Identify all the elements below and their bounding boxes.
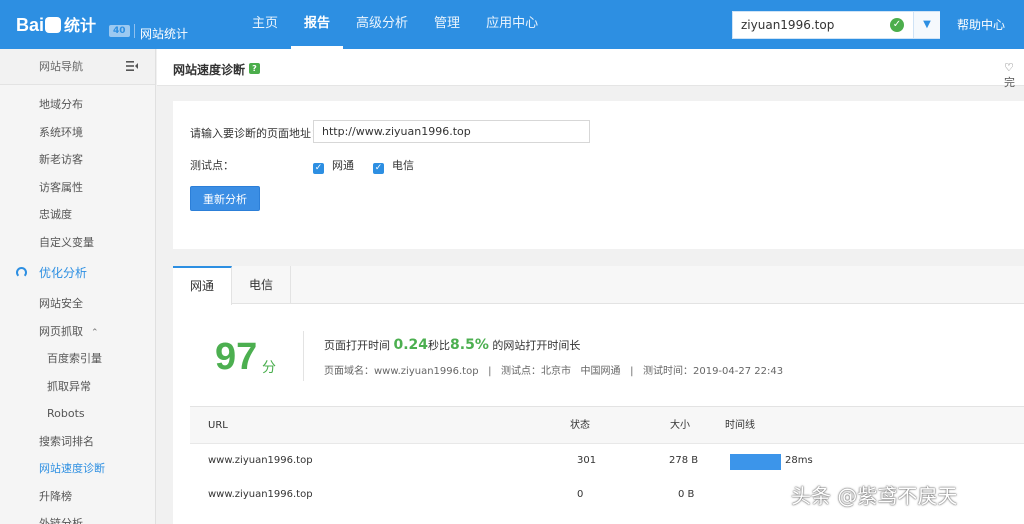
top-navbar: Bai 统计 40 网站统计 主页 报告 高级分析 管理 应用中心 ziyuan1… bbox=[0, 0, 1024, 49]
row-size: 0 B bbox=[678, 489, 695, 500]
sidebar-item-region[interactable]: 地域分布 bbox=[0, 91, 155, 119]
logo-text-cn: 统计 bbox=[64, 18, 97, 35]
reanalyze-button[interactable]: 重新分析 bbox=[190, 186, 260, 211]
sidebar-item-robots[interactable]: Robots bbox=[0, 400, 155, 428]
checkbox-checked-icon: ✓ bbox=[313, 163, 324, 174]
help-icon[interactable]: ? bbox=[249, 63, 260, 74]
baidu-tongji-logo[interactable]: Bai 统计 bbox=[16, 12, 96, 36]
sidebar-item-system-env[interactable]: 系统环境 bbox=[0, 119, 155, 147]
sidebar-item-speed-diagnosis[interactable]: 网站速度诊断 bbox=[0, 455, 155, 483]
checkbox-dianxin[interactable]: ✓ 电信 bbox=[373, 157, 414, 174]
sidebar-item-new-returning[interactable]: 新老访客 bbox=[0, 146, 155, 174]
percent-value: 8.5% bbox=[450, 337, 489, 353]
chevron-down-icon[interactable]: ▼ bbox=[913, 12, 940, 38]
check-circle-icon: ✓ bbox=[890, 18, 904, 32]
col-timeline: 时间线 bbox=[725, 420, 755, 431]
summary-line: 页面打开时间 0.24秒比8.5% 的网站打开时间长 bbox=[324, 337, 580, 353]
url-label: 请输入要诊断的页面地址： bbox=[190, 127, 322, 140]
row-size: 278 B bbox=[669, 455, 699, 466]
tab-wangtong[interactable]: 网通 bbox=[173, 266, 232, 305]
row-url: www.ziyuan1996.top bbox=[208, 489, 313, 500]
url-input[interactable] bbox=[313, 120, 590, 143]
summary-prefix: 页面打开时间 bbox=[324, 339, 390, 352]
summary-suffix: 的网站打开时间长 bbox=[492, 339, 581, 352]
help-center-link[interactable]: 帮助中心 bbox=[957, 16, 1005, 33]
row-url: www.ziyuan1996.top bbox=[208, 455, 313, 466]
sidebar-item-crawl[interactable]: 网页抓取 ⌃ bbox=[0, 318, 155, 346]
logo-text: Bai bbox=[16, 15, 45, 35]
row-status: 301 bbox=[577, 455, 597, 466]
main-nav: 主页 报告 高级分析 管理 应用中心 bbox=[239, 0, 551, 49]
test-details: 页面域名：www.ziyuan1996.top | 测试点：北京市 中国网通 |… bbox=[324, 366, 784, 377]
version-badge: 40 bbox=[109, 25, 130, 37]
open-time-value: 0.24 bbox=[393, 337, 429, 353]
diagnosis-form: 请输入要诊断的页面地址： 测试点： ✓ 网通 ✓ 电信 重新分析 bbox=[173, 101, 1024, 249]
nav-advanced-analysis[interactable]: 高级分析 bbox=[343, 0, 421, 49]
checkbox-wangtong-label: 网通 bbox=[332, 159, 354, 172]
nav-home[interactable]: 主页 bbox=[239, 0, 291, 49]
checkbox-dianxin-label: 电信 bbox=[392, 159, 414, 172]
paw-icon bbox=[45, 17, 62, 33]
sidebar-item-custom-vars[interactable]: 自定义变量 bbox=[0, 229, 155, 257]
collapse-menu-icon[interactable] bbox=[126, 60, 138, 72]
col-url: URL bbox=[208, 420, 228, 431]
timeline-bar bbox=[730, 454, 781, 470]
logo-subtitle: 网站统计 bbox=[140, 27, 189, 41]
sidebar-header-label: 网站导航 bbox=[39, 60, 83, 73]
sidebar-item-backlinks[interactable]: 外链分析 bbox=[0, 510, 155, 524]
sidebar-group-optimize[interactable]: 优化分析 bbox=[0, 256, 155, 290]
sidebar-item-site-security[interactable]: 网站安全 bbox=[0, 290, 155, 318]
sidebar-item-rise-fall[interactable]: 升降榜 bbox=[0, 483, 155, 511]
sidebar-item-index-volume[interactable]: 百度索引量 bbox=[0, 345, 155, 373]
nav-reports[interactable]: 报告 bbox=[291, 0, 344, 49]
sidebar-header: 网站导航 bbox=[0, 49, 155, 85]
sidebar-item-visitor-attrs[interactable]: 访客属性 bbox=[0, 174, 155, 202]
checkbox-wangtong[interactable]: ✓ 网通 bbox=[313, 157, 354, 174]
nav-app-center[interactable]: 应用中心 bbox=[473, 0, 551, 49]
sidebar: 网站导航 地域分布 系统环境 新老访客 访客属性 忠诚度 自定义变量 优化分析 … bbox=[0, 49, 156, 524]
tab-dianxin[interactable]: 电信 bbox=[232, 266, 291, 304]
score-divider bbox=[303, 331, 304, 381]
row-time: 28ms bbox=[785, 455, 813, 466]
sidebar-item-loyalty[interactable]: 忠诚度 bbox=[0, 201, 155, 229]
score-unit: 分 bbox=[262, 360, 276, 376]
site-selector[interactable]: ziyuan1996.top ✓ ▼ bbox=[732, 11, 940, 39]
site-selector-value: ziyuan1996.top bbox=[741, 18, 835, 32]
sidebar-item-crawl-label: 网页抓取 bbox=[39, 324, 83, 338]
gauge-icon bbox=[16, 267, 27, 278]
watermark: 头条 @紫鸢不戾天 bbox=[791, 484, 958, 508]
chevron-up-icon: ⌃ bbox=[91, 327, 99, 338]
col-size: 大小 bbox=[670, 420, 690, 431]
main-content: 网站速度诊断 ? ♡ 完 请输入要诊断的页面地址： 测试点： ✓ 网通 ✓ 电信 重… bbox=[157, 49, 1024, 524]
nav-manage[interactable]: 管理 bbox=[421, 0, 473, 49]
sidebar-item-keyword-rank[interactable]: 搜索词排名 bbox=[0, 428, 155, 456]
isp-tabs: 网通 电信 bbox=[173, 266, 1024, 305]
sidebar-group-label: 优化分析 bbox=[39, 266, 88, 280]
table-row: www.ziyuan1996.top 301 278 B 28ms bbox=[190, 444, 1024, 478]
table-header: URL 状态 大小 时间线 bbox=[190, 407, 1024, 444]
page-title: 网站速度诊断 bbox=[173, 63, 246, 77]
col-status: 状态 bbox=[570, 420, 590, 431]
row-status: 0 bbox=[577, 489, 584, 500]
checkbox-checked-icon: ✓ bbox=[373, 163, 384, 174]
speed-score: 97 bbox=[215, 336, 258, 378]
logo-divider bbox=[134, 24, 135, 38]
page-title-bar: 网站速度诊断 ? ♡ 完 bbox=[157, 49, 1024, 89]
test-points-label: 测试点： bbox=[190, 159, 234, 172]
summary-middle: 秒比 bbox=[428, 339, 451, 352]
favorite-link[interactable]: ♡ 完 bbox=[1004, 61, 1024, 90]
sidebar-item-crawl-errors[interactable]: 抓取异常 bbox=[0, 373, 155, 401]
